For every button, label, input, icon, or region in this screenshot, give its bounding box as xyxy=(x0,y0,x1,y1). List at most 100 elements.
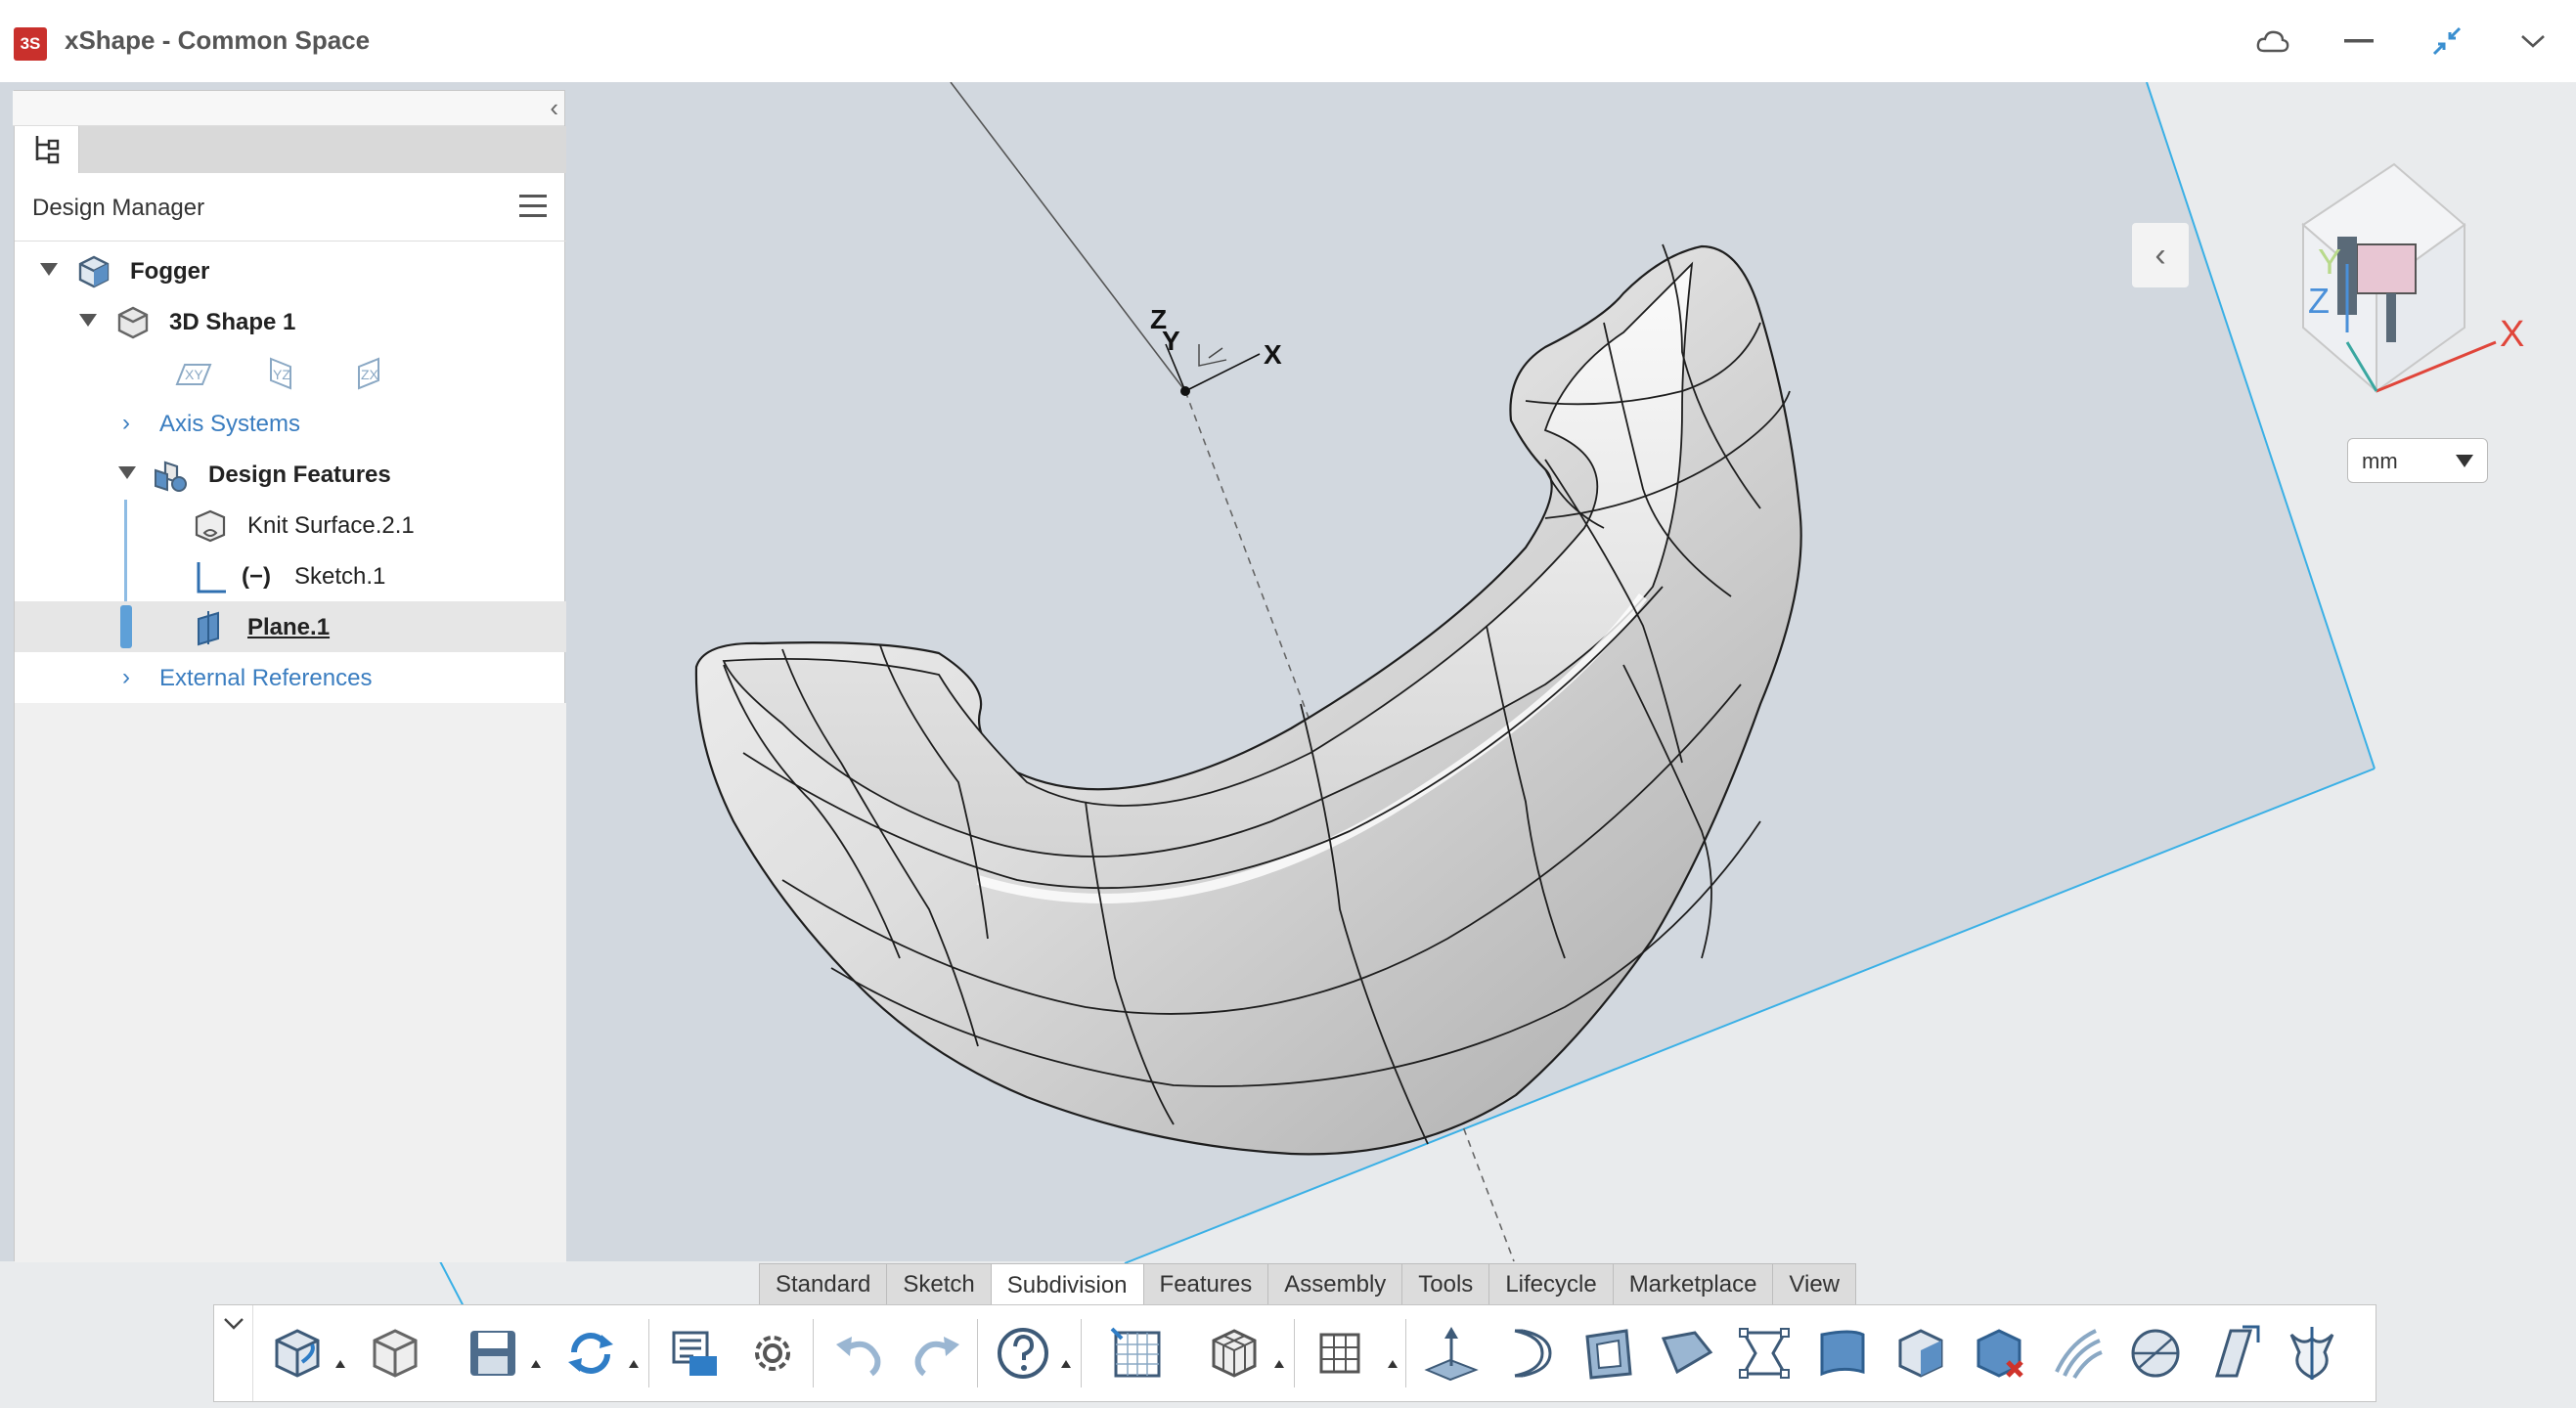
compass-label-z: Z xyxy=(2308,281,2330,321)
dropdown-triangle-icon[interactable] xyxy=(531,1360,541,1368)
chevron-down-icon[interactable] xyxy=(2509,20,2556,63)
tree-label: External References xyxy=(159,665,373,691)
tab-marketplace[interactable]: Marketplace xyxy=(1612,1263,1774,1304)
shape-icon xyxy=(117,306,149,339)
plane-yz-icon[interactable]: YZ xyxy=(259,355,302,392)
bend-face-icon[interactable] xyxy=(1652,1319,1720,1387)
tree-empty-area xyxy=(15,703,566,1262)
window-title: xShape - Common Space xyxy=(65,25,371,55)
toolbar-expand-chevron-icon[interactable] xyxy=(214,1305,253,1401)
curve-lines-icon[interactable] xyxy=(2043,1319,2111,1387)
dropdown-triangle-icon[interactable] xyxy=(1274,1360,1284,1368)
tree-label: Design Features xyxy=(208,462,391,488)
svg-text:ZX: ZX xyxy=(361,367,379,382)
properties-icon[interactable] xyxy=(660,1319,729,1387)
hamburger-menu-icon[interactable] xyxy=(519,195,547,220)
tab-tools[interactable]: Tools xyxy=(1401,1263,1490,1304)
tree-label: Axis Systems xyxy=(159,411,301,437)
expand-caret-icon[interactable] xyxy=(79,314,97,327)
tree-planes-row: XY YZ ZX xyxy=(15,347,566,398)
chevron-right-icon[interactable]: › xyxy=(122,664,130,691)
unit-dropdown[interactable]: mm xyxy=(2347,438,2488,483)
dropdown-triangle-icon[interactable] xyxy=(629,1360,639,1368)
refresh-icon[interactable] xyxy=(556,1319,625,1387)
tree-label: Plane.1 xyxy=(247,614,331,640)
new-shape-icon[interactable] xyxy=(263,1319,332,1387)
chevron-left-icon[interactable]: ‹ xyxy=(550,93,558,123)
cylinder-surface-icon[interactable] xyxy=(1495,1319,1564,1387)
box-select-icon[interactable] xyxy=(1887,1319,1955,1387)
title-bar: 3S xShape - Common Space xyxy=(0,0,2576,82)
extrude-face-icon[interactable] xyxy=(1417,1319,1486,1387)
toolbar-separator xyxy=(648,1319,649,1387)
expand-caret-icon[interactable] xyxy=(40,263,58,276)
compass-label-y: Y xyxy=(2318,242,2341,282)
tree-node-knit-surface[interactable]: Knit Surface.2.1 xyxy=(15,500,566,550)
chevron-right-icon[interactable]: › xyxy=(122,410,130,437)
tab-features[interactable]: Features xyxy=(1142,1263,1269,1304)
tree-node-fogger[interactable]: Fogger xyxy=(15,245,566,296)
tree-label: 3D Shape 1 xyxy=(169,309,296,335)
product-cube-icon xyxy=(78,255,110,288)
face-inset-icon[interactable] xyxy=(1574,1319,1642,1387)
design-manager-header: Design Manager xyxy=(15,173,566,242)
compass-chair xyxy=(2386,293,2396,342)
side-panel-toggle[interactable]: ‹ xyxy=(2132,223,2189,287)
app-logo-icon: 3S xyxy=(14,27,47,61)
undo-icon[interactable] xyxy=(824,1319,893,1387)
symmetry-icon[interactable] xyxy=(2278,1319,2346,1387)
subdivision-box-icon[interactable] xyxy=(1200,1319,1268,1387)
plane-skew-icon[interactable] xyxy=(2199,1319,2268,1387)
toolbar-separator xyxy=(1405,1319,1406,1387)
tab-lifecycle[interactable]: Lifecycle xyxy=(1488,1263,1614,1304)
tree-node-plane-1[interactable]: Plane.1 xyxy=(15,601,566,652)
tree-node-sketch[interactable]: (−) Sketch.1 xyxy=(15,550,566,601)
sketch-icon xyxy=(197,562,226,594)
mesh-grid-icon[interactable] xyxy=(1306,1319,1374,1387)
compass-chair xyxy=(2356,243,2417,294)
tree-node-3d-shape-1[interactable]: 3D Shape 1 xyxy=(15,296,566,347)
svg-text:XY: XY xyxy=(185,367,203,382)
plane-icon xyxy=(198,611,219,646)
thicken-icon[interactable] xyxy=(1808,1319,1877,1387)
dropdown-triangle-icon[interactable] xyxy=(335,1360,345,1368)
panel-collapse-bar[interactable]: ‹ xyxy=(13,91,564,126)
settings-gear-icon[interactable] xyxy=(738,1319,807,1387)
axis-label-x: X xyxy=(1264,339,1282,370)
plane-xy-icon[interactable]: XY xyxy=(171,355,214,392)
dropdown-triangle-icon[interactable] xyxy=(1388,1360,1398,1368)
expand-caret-icon[interactable] xyxy=(118,466,136,479)
save-icon[interactable] xyxy=(459,1319,527,1387)
tab-assembly[interactable]: Assembly xyxy=(1267,1263,1403,1304)
help-icon[interactable] xyxy=(989,1319,1057,1387)
design-manager-panel: ‹ Design Manager Fogger 3D Shape 1 XY YZ… xyxy=(13,90,566,1262)
tree-label: Fogger xyxy=(130,258,210,285)
tab-view[interactable]: View xyxy=(1772,1263,1857,1304)
tab-sketch[interactable]: Sketch xyxy=(886,1263,992,1304)
knit-surface-icon xyxy=(195,509,226,543)
selection-indicator xyxy=(120,605,132,648)
delete-cage-icon[interactable] xyxy=(1965,1319,2033,1387)
tree-icon xyxy=(35,136,59,164)
open-shape-icon[interactable] xyxy=(361,1319,429,1387)
unit-value: mm xyxy=(2362,449,2398,473)
edge-cage-icon[interactable] xyxy=(1730,1319,1799,1387)
plane-zx-icon[interactable]: ZX xyxy=(347,355,390,392)
cloud-icon[interactable] xyxy=(2249,20,2296,63)
display-grid-icon[interactable] xyxy=(1102,1319,1171,1387)
action-bar-toolbar xyxy=(213,1304,2376,1402)
tree-node-external-references[interactable]: › External References xyxy=(15,652,566,703)
tree-node-design-features[interactable]: Design Features xyxy=(15,449,566,500)
toolbar-separator xyxy=(1081,1319,1082,1387)
tab-standard[interactable]: Standard xyxy=(759,1263,888,1304)
tab-subdivision[interactable]: Subdivision xyxy=(990,1263,1144,1306)
compact-icon[interactable] xyxy=(2423,20,2470,63)
svg-text:YZ: YZ xyxy=(273,367,290,382)
tree-node-axis-systems[interactable]: › Axis Systems xyxy=(15,398,566,449)
dropdown-triangle-icon[interactable] xyxy=(1061,1360,1071,1368)
tree-tab[interactable] xyxy=(15,126,79,173)
redo-icon[interactable] xyxy=(903,1319,971,1387)
robot-compass[interactable]: Y Z X xyxy=(2279,147,2543,411)
minimize-icon[interactable] xyxy=(2335,20,2382,63)
sphere-icon[interactable] xyxy=(2121,1319,2190,1387)
